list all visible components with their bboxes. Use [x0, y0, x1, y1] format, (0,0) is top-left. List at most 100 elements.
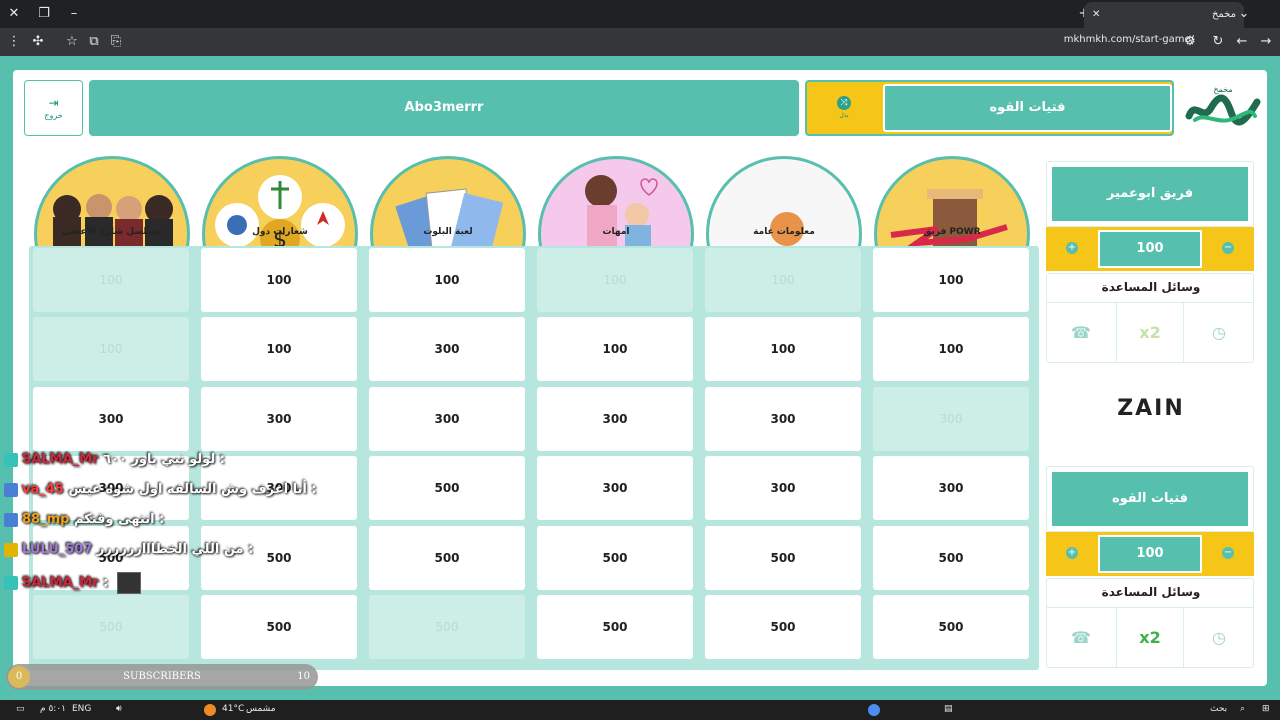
close-window-icon[interactable]: ✕ [4, 4, 24, 24]
timer-icon[interactable]: ◷ [1185, 608, 1253, 668]
question-cell: 100 [537, 248, 693, 312]
weather-temp: 41°C [222, 704, 245, 714]
minus-icon[interactable]: − [1222, 242, 1234, 254]
category-5[interactable]: فريق POWR [871, 154, 1033, 246]
question-cell[interactable]: 300 [873, 456, 1029, 520]
category-label: مسلسل شارع الأعشى [62, 227, 162, 237]
shuffle-icon: ⤨ [837, 96, 851, 110]
address-bar[interactable]: mkhmkh.com/start-game/ [1064, 34, 1194, 45]
file-explorer-icon[interactable]: ▤ [944, 704, 953, 714]
tab-close-icon[interactable]: ✕ [1092, 2, 1100, 28]
category-3[interactable]: امهات [535, 154, 697, 246]
exit-button[interactable]: ⇥ خروج [24, 80, 83, 136]
language-indicator[interactable]: ENG [72, 704, 91, 714]
question-cell[interactable]: 500 [705, 595, 861, 659]
tab-menu-icon[interactable]: ⌄ [1234, 4, 1254, 24]
cast-icon[interactable]: ⎘ [106, 32, 126, 52]
chrome-app-icon[interactable] [868, 704, 880, 716]
help-tools-row: ☎ x2 ◷ [1047, 302, 1253, 363]
bookmark-star-icon[interactable]: ☆ [62, 32, 82, 52]
double-points-icon[interactable]: x2 [1116, 303, 1184, 363]
question-cell[interactable]: 500 [537, 526, 693, 590]
help-tools: وسائل المساعدة ☎ x2 ◷ [1046, 578, 1254, 668]
question-cell[interactable]: 300 [201, 387, 357, 451]
browser-tab[interactable]: مخمخ ✕ [1084, 2, 1244, 28]
more-menu-icon[interactable]: ⋮ [4, 32, 24, 52]
category-label: امهات [602, 227, 630, 237]
team-score: 100 [1098, 535, 1202, 573]
category-0[interactable]: مسلسل شارع الأعشى [31, 154, 193, 246]
start-icon[interactable]: ⊞ [1262, 704, 1270, 714]
forward-icon[interactable]: ← [1232, 32, 1252, 52]
question-cell[interactable]: 300 [705, 387, 861, 451]
chat-badge-icon [4, 576, 18, 590]
volume-icon[interactable]: 🔊︎ [116, 704, 122, 714]
plus-icon[interactable]: + [1066, 242, 1078, 254]
chat-message: 88_mp انتهى وقتكم : [4, 512, 164, 532]
question-cell[interactable]: 300 [369, 317, 525, 381]
notifications-icon[interactable]: ▭ [16, 704, 25, 714]
tab-search-icon[interactable]: ⧉ [84, 32, 104, 52]
chat-user: 88_mp [22, 512, 70, 527]
call-friend-icon[interactable]: ☎ [1047, 303, 1115, 363]
question-cell[interactable]: 500 [201, 595, 357, 659]
question-cell: 100 [705, 248, 861, 312]
category-label: معلومات عامة [753, 227, 815, 237]
chat-text: أنا اعرف وش السالفه اول شوه عيس : [68, 482, 317, 497]
question-cell[interactable]: 100 [369, 248, 525, 312]
score-control: + 100 − [1046, 532, 1254, 576]
question-cell[interactable]: 100 [537, 317, 693, 381]
timer-icon[interactable]: ◷ [1185, 303, 1253, 363]
clock[interactable]: ٥:٠١ م [40, 704, 66, 714]
question-cell[interactable]: 100 [705, 317, 861, 381]
category-4[interactable]: معلومات عامة [703, 154, 865, 246]
category-label: فريق POWR [923, 227, 981, 237]
plus-icon[interactable]: + [1066, 547, 1078, 559]
category-label: لعبة البلوت [423, 227, 473, 237]
question-cell[interactable]: 100 [873, 248, 1029, 312]
team-name: فريق ابوعمير [1052, 167, 1248, 221]
question-cell: 300 [873, 387, 1029, 451]
question-cell: 500 [369, 595, 525, 659]
extensions-icon[interactable]: ✣ [28, 32, 48, 52]
switch-turn-button[interactable]: ⤨ بدل [831, 96, 857, 119]
chat-badge-icon [4, 452, 18, 467]
site-settings-icon[interactable]: ⚙ [1180, 32, 1200, 52]
game-board: ⇥ خروج Abo3merrr ⤨ بدل فتيات القوه مخمخ [13, 70, 1267, 686]
chat-message: LULU_507 من اللي الخطااارررررر : [4, 542, 253, 562]
question-cell[interactable]: 300 [537, 387, 693, 451]
question-cell[interactable]: 100 [873, 317, 1029, 381]
category-2[interactable]: لعبة البلوت [367, 154, 529, 246]
question-cell[interactable]: 300 [369, 387, 525, 451]
chat-badge-icon [4, 542, 18, 557]
category-1[interactable]: $ شعارات دول [199, 154, 361, 246]
exit-label: خروج [44, 111, 63, 120]
search-icon[interactable]: ⌕ [1240, 704, 1245, 714]
question-cell[interactable]: 500 [705, 526, 861, 590]
search-label[interactable]: بحث [1210, 704, 1227, 714]
subscribers-goal-bar: 0 SUBSCRIBERS 10 [6, 664, 318, 690]
question-cell[interactable]: 100 [201, 317, 357, 381]
question-cell: 100 [33, 248, 189, 312]
question-cell[interactable]: 300 [537, 456, 693, 520]
double-points-icon[interactable]: x2 [1116, 608, 1184, 668]
question-cell[interactable]: 500 [873, 595, 1029, 659]
question-cell: 500 [33, 595, 189, 659]
minimize-window-icon[interactable]: – [64, 4, 84, 24]
question-cell[interactable]: 300 [33, 387, 189, 451]
help-tools: وسائل المساعدة ☎ x2 ◷ [1046, 273, 1254, 363]
question-cell[interactable]: 300 [705, 456, 861, 520]
reload-icon[interactable]: ↻ [1208, 32, 1228, 52]
question-cell[interactable]: 500 [369, 526, 525, 590]
back-icon[interactable]: → [1256, 32, 1276, 52]
question-cell[interactable]: 500 [537, 595, 693, 659]
question-cell[interactable]: 100 [201, 248, 357, 312]
maximize-window-icon[interactable]: ❐ [34, 4, 54, 24]
minus-icon[interactable]: − [1222, 547, 1234, 559]
team-score: 100 [1098, 230, 1202, 268]
question-cell[interactable]: 500 [369, 456, 525, 520]
chat-badge-icon [4, 482, 18, 497]
call-friend-icon[interactable]: ☎ [1047, 608, 1115, 668]
question-cell[interactable]: 500 [873, 526, 1029, 590]
category-label: شعارات دول [252, 227, 308, 237]
